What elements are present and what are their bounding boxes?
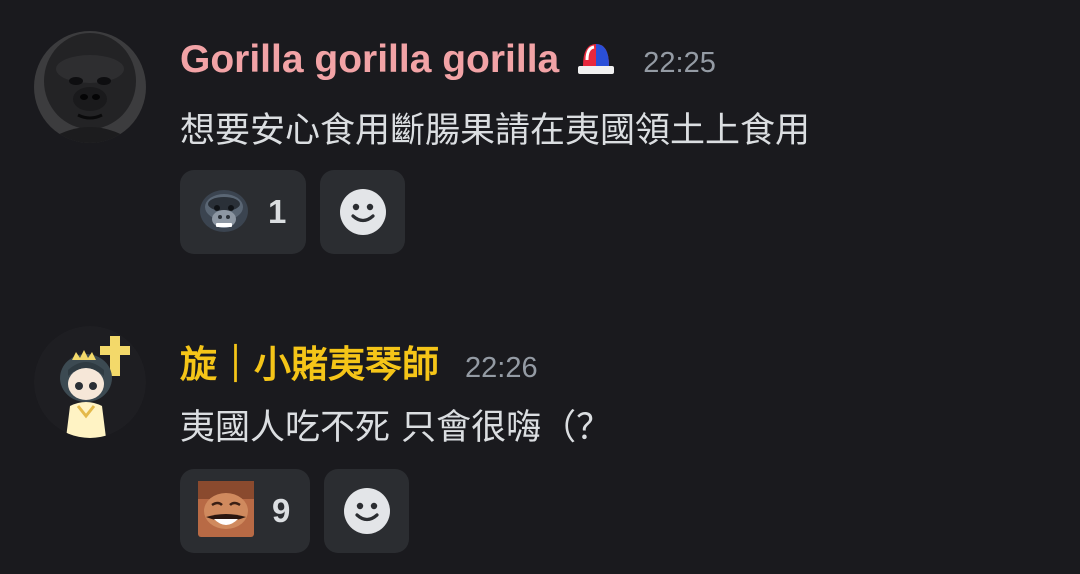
timestamp: 22:25: [643, 47, 716, 79]
reaction-gorilla[interactable]: 1: [180, 170, 307, 254]
gorilla-emoji-icon: [198, 187, 250, 238]
avatar-gorilla[interactable]: [34, 31, 146, 143]
reaction-bar: 9: [180, 469, 410, 553]
smile-icon: [339, 189, 386, 235]
chat-log: Gorilla gorilla gorilla 22:25 想要安心食用斷腸果請…: [0, 0, 1080, 574]
message-content: 想要安心食用斷腸果請在夷國領土上食用: [180, 111, 811, 151]
smile-icon: [343, 488, 390, 534]
laughing-man-emoji-icon: [198, 480, 254, 542]
username[interactable]: Gorilla gorilla gorilla: [180, 38, 559, 82]
siren-icon: [575, 40, 617, 76]
message-content: 夷國人吃不死 只會很嗨（？: [180, 408, 612, 448]
username[interactable]: 旋｜小賭夷琴師: [180, 334, 439, 388]
timestamp: 22:26: [465, 352, 538, 384]
avatar-anime-character[interactable]: [34, 326, 146, 438]
add-reaction-button[interactable]: [320, 170, 406, 254]
reaction-count: 1: [268, 193, 287, 230]
reaction-count: 9: [272, 492, 291, 529]
add-reaction-button[interactable]: [324, 469, 410, 553]
reaction-bar: 1: [180, 170, 406, 254]
reaction-laughing-man[interactable]: 9: [180, 469, 311, 553]
